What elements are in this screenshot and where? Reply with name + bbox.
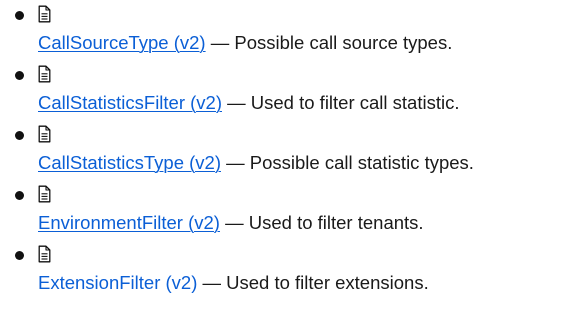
list-entry: CallStatisticsFilter (v2) — Used to filt… bbox=[38, 90, 459, 116]
list-item: CallStatisticsFilter (v2) — Used to filt… bbox=[0, 60, 579, 120]
callstatisticstype-link[interactable]: CallStatisticsType (v2) bbox=[38, 152, 221, 173]
item-description: — Used to filter tenants. bbox=[219, 212, 424, 233]
type-list: CallSourceType (v2) — Possible call sour… bbox=[0, 0, 579, 300]
list-item: EnvironmentFilter (v2) — Used to filter … bbox=[0, 180, 579, 240]
list-item: CallStatisticsType (v2) — Possible call … bbox=[0, 120, 579, 180]
bullet-icon bbox=[15, 11, 24, 20]
document-icon bbox=[38, 65, 51, 83]
bullet-icon bbox=[15, 131, 24, 140]
callstatisticsfilter-link[interactable]: CallStatisticsFilter (v2) bbox=[38, 92, 222, 113]
list-item: ExtensionFilter (v2) — Used to filter ex… bbox=[0, 240, 579, 300]
list-entry: CallSourceType (v2) — Possible call sour… bbox=[38, 30, 452, 56]
item-description: — Used to filter call statistic. bbox=[222, 92, 460, 113]
item-description: — Used to filter extensions. bbox=[197, 272, 429, 293]
list-entry: CallStatisticsType (v2) — Possible call … bbox=[38, 150, 474, 176]
environmentfilter-link[interactable]: EnvironmentFilter (v2) bbox=[38, 212, 220, 233]
callsourcetype-link[interactable]: CallSourceType (v2) bbox=[38, 32, 206, 53]
list-entry: EnvironmentFilter (v2) — Used to filter … bbox=[38, 210, 424, 236]
list-entry: ExtensionFilter (v2) — Used to filter ex… bbox=[38, 270, 429, 296]
item-description: — Possible call statistic types. bbox=[221, 152, 474, 173]
document-icon bbox=[38, 245, 51, 263]
document-icon bbox=[38, 5, 51, 23]
bullet-icon bbox=[15, 251, 24, 260]
bullet-icon bbox=[15, 191, 24, 200]
bullet-icon bbox=[15, 71, 24, 80]
item-description: — Possible call source types. bbox=[205, 32, 453, 53]
extensionfilter-link[interactable]: ExtensionFilter (v2) bbox=[38, 272, 197, 293]
document-icon bbox=[38, 125, 51, 143]
list-item: CallSourceType (v2) — Possible call sour… bbox=[0, 0, 579, 60]
document-icon bbox=[38, 185, 51, 203]
